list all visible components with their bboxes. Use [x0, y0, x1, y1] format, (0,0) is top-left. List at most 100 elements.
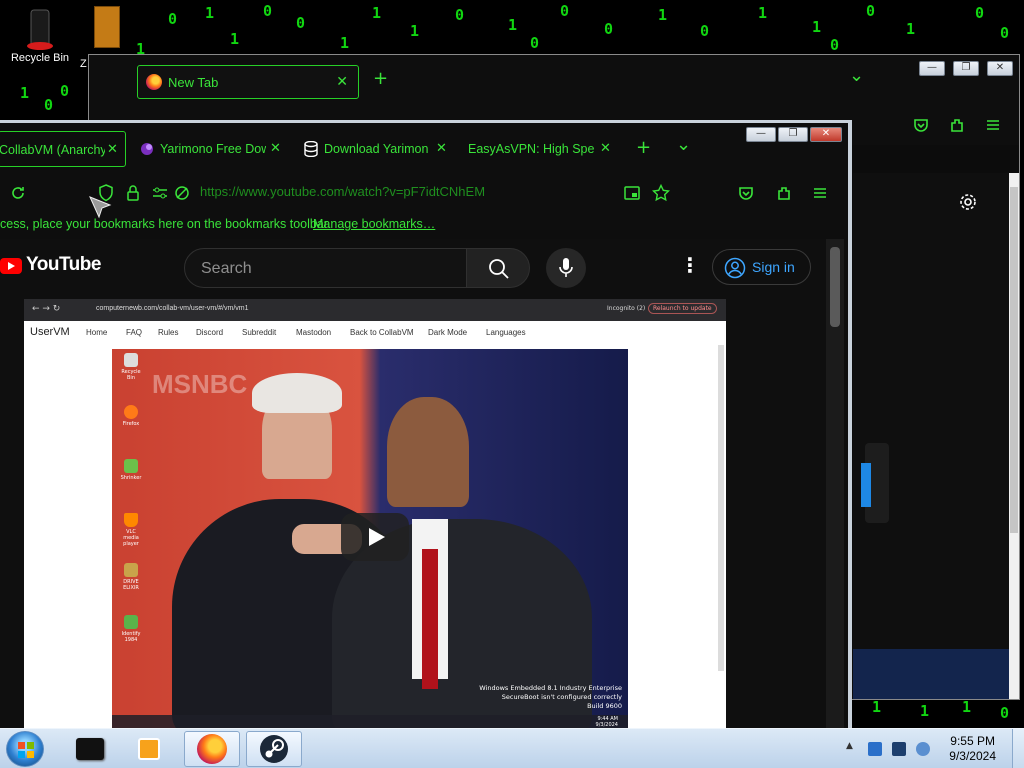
relaunch-badge: Relaunch to update — [648, 303, 717, 314]
minimize-button[interactable]: — — [919, 61, 945, 76]
person-right-head — [387, 397, 469, 507]
video-nav-item: Languages — [486, 328, 526, 337]
media-player-icon — [138, 738, 160, 760]
video-browser-chrome: ← → ↻ computernewb.com/collab-vm/user-vm… — [24, 299, 726, 321]
youtube-wordmark: YouTube — [26, 254, 101, 275]
matrix-char: 0 — [866, 2, 876, 20]
tab-label: Yarimono Free Downl — [160, 142, 266, 156]
scrollbar-thumb[interactable] — [830, 247, 840, 327]
page-content — [853, 173, 1019, 699]
matrix-char: 0 — [1000, 704, 1010, 722]
list-all-tabs-button[interactable]: ⌄ — [849, 65, 864, 86]
minimize-button[interactable]: — — [746, 127, 776, 142]
gear-icon[interactable] — [959, 193, 977, 211]
show-desktop-button[interactable] — [1012, 729, 1024, 768]
video-player[interactable]: ← → ↻ computernewb.com/collab-vm/user-vm… — [24, 299, 726, 731]
video-site-brand: UserVM — [30, 326, 70, 338]
extensions-icon[interactable] — [949, 117, 965, 133]
close-button[interactable]: ✕ — [810, 127, 842, 142]
matrix-char: 0 — [830, 36, 840, 54]
url-field[interactable]: https://www.youtube.com/watch?v=pF7idtCN… — [200, 184, 485, 199]
tab-new-tab[interactable]: New Tab ✕ — [137, 65, 359, 99]
picture-in-picture-icon[interactable] — [624, 185, 640, 201]
matrix-char: 0 — [560, 2, 570, 20]
tab-easyasvpn[interactable]: EasyAsVPN: High Speed ✕ — [468, 131, 618, 167]
clock-time: 9:55 PM — [950, 734, 995, 748]
play-button[interactable] — [341, 513, 409, 561]
tab-bar: New Tab ✕ + ⌄ — ❐ ✕ — [89, 55, 1019, 107]
tab-close-button[interactable]: ✕ — [105, 141, 118, 157]
taskbar-app-steam[interactable] — [246, 731, 302, 767]
youtube-play-icon — [0, 258, 22, 274]
bookmarks-toolbar: cess, place your bookmarks here on the b… — [0, 211, 848, 239]
search-placeholder: Search — [201, 260, 252, 277]
extensions-icon[interactable] — [776, 185, 792, 201]
permissions-icon[interactable] — [152, 186, 168, 200]
system-clock[interactable]: 9:55 PM 9/3/2024 — [949, 734, 996, 764]
firefox-icon — [146, 74, 162, 90]
tab-label: New Tab — [168, 75, 219, 90]
new-tab-button[interactable]: + — [636, 137, 651, 158]
taskbar-app-firefox[interactable] — [184, 731, 240, 767]
matrix-char: 1 — [205, 4, 215, 22]
tab-collabvm[interactable]: CollabVM (Anarchy) ✕ — [0, 131, 126, 167]
menu-icon[interactable] — [812, 185, 828, 201]
matrix-char: 0 — [455, 6, 465, 24]
matrix-char: 1 — [658, 6, 668, 24]
panel-accent — [861, 463, 871, 507]
matrix-char: 1 — [906, 20, 916, 38]
voice-search-button[interactable] — [546, 248, 586, 288]
taskbar: ▲ 9:55 PM 9/3/2024 — [0, 728, 1024, 768]
new-tab-button[interactable]: + — [373, 68, 388, 89]
matrix-char: 0 — [975, 4, 985, 22]
manage-bookmarks-link[interactable]: Manage bookmarks… — [313, 217, 435, 231]
tab-yarimono-free[interactable]: Yarimono Free Downl ✕ — [138, 131, 288, 167]
menu-icon[interactable] — [985, 117, 1001, 133]
person-left-hair — [252, 373, 342, 413]
close-button[interactable]: ✕ — [987, 61, 1013, 76]
restore-button[interactable]: ❐ — [778, 127, 808, 142]
pocket-icon[interactable] — [738, 185, 754, 201]
recycle-bin-desktop-icon[interactable]: Recycle Bin — [2, 6, 78, 64]
matrix-char: 0 — [263, 2, 273, 20]
network-icon[interactable] — [868, 742, 882, 756]
search-input[interactable]: Search — [184, 248, 467, 288]
video-site-nav: UserVM Home FAQ Rules Discord Subreddit … — [24, 321, 726, 345]
site-favicon-icon — [141, 143, 153, 155]
restore-button[interactable]: ❐ — [953, 61, 979, 76]
bookmarks-hint: cess, place your bookmarks here on the b… — [0, 217, 331, 231]
mouse-cursor-icon — [89, 196, 112, 219]
vm-icon-recycle-bin: Recycle Bin — [118, 353, 144, 381]
navigation-toolbar: https://www.youtube.com/watch?v=pF7idtCN… — [0, 175, 848, 211]
autoplay-blocked-icon[interactable] — [174, 185, 190, 201]
tab-label: CollabVM (Anarchy) — [0, 143, 111, 157]
sign-in-button[interactable]: Sign in — [712, 249, 811, 285]
start-button[interactable] — [6, 731, 44, 767]
tab-close-button[interactable]: ✕ — [270, 140, 281, 156]
tab-label: EasyAsVPN: High Speed — [468, 142, 594, 156]
reload-icon[interactable] — [10, 185, 26, 201]
video-nav-item: Discord — [196, 328, 224, 337]
scrollbar[interactable] — [1009, 173, 1019, 699]
pocket-icon[interactable] — [913, 117, 929, 133]
scrollbar-thumb[interactable] — [1010, 187, 1018, 533]
taskbar-app-terminal[interactable] — [62, 731, 118, 767]
volume-icon[interactable] — [916, 742, 930, 756]
show-hidden-icons-button[interactable]: ▲ — [846, 741, 853, 751]
search-button[interactable] — [466, 248, 530, 288]
video-inner-scrollbar — [718, 345, 724, 671]
tab-close-button[interactable]: ✕ — [436, 140, 447, 156]
more-options-button[interactable]: ⋮ — [680, 253, 700, 277]
browser-window-front[interactable]: CollabVM (Anarchy) ✕ Yarimono Free Downl… — [0, 120, 852, 731]
tab-close-button[interactable]: ✕ — [336, 73, 348, 90]
lock-icon[interactable] — [126, 184, 140, 202]
tab-close-button[interactable]: ✕ — [600, 140, 611, 156]
monitor-icon[interactable] — [892, 742, 906, 756]
page-scrollbar[interactable] — [826, 239, 844, 731]
video-url-text: computernewb.com/collab-vm/user-vm/#/vm/… — [96, 305, 249, 312]
tab-download-yarimono[interactable]: Download Yarimono ✕ — [302, 131, 452, 167]
taskbar-app-media-player[interactable] — [122, 731, 178, 767]
list-all-tabs-button[interactable]: ⌄ — [676, 134, 691, 155]
desktop-icon-partial[interactable]: Z — [70, 6, 120, 70]
bookmark-star-icon[interactable] — [652, 184, 670, 202]
